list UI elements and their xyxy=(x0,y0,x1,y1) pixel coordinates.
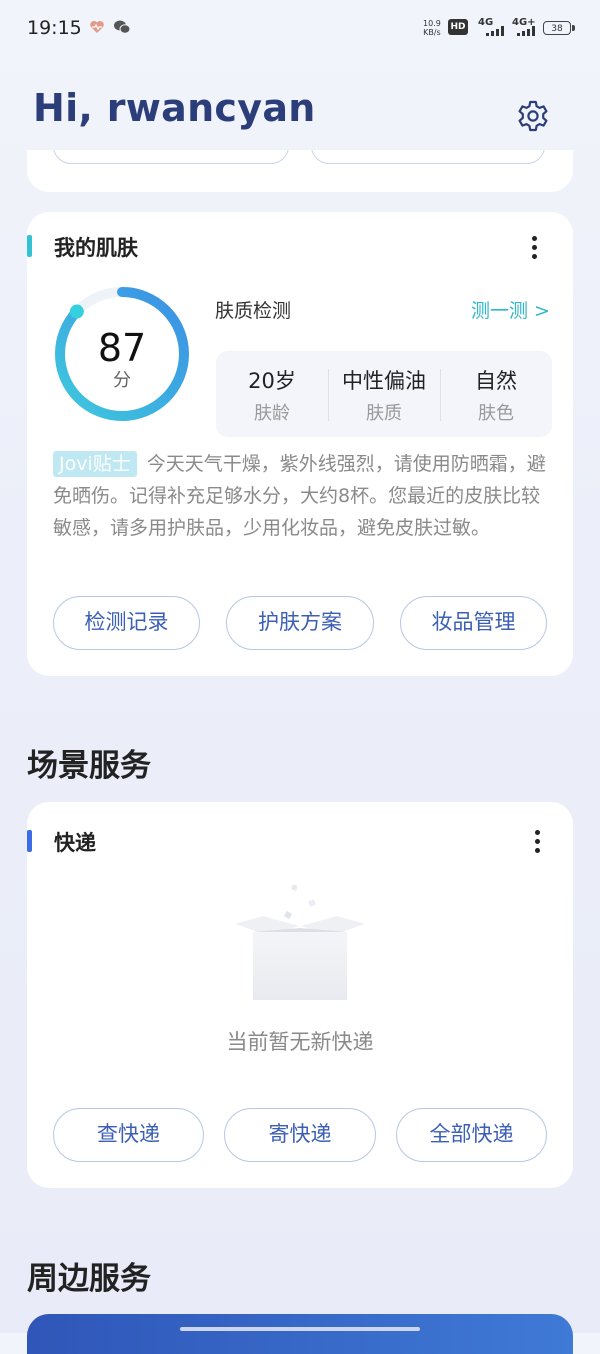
skin-stat-value: 自然 xyxy=(475,369,517,393)
skin-stat-label: 肤龄 xyxy=(254,403,290,424)
skin-stat-age: 20岁 肤龄 xyxy=(216,351,328,437)
status-bar: 19:15 10.9 KB/s HD 4G 4G+ 38 xyxy=(0,0,600,56)
send-express-button[interactable]: 寄快递 xyxy=(224,1108,376,1162)
all-express-button[interactable]: 全部快递 xyxy=(396,1108,547,1162)
empty-box-icon xyxy=(235,884,365,1000)
nearby-services-title: 周边服务 xyxy=(27,1261,151,1297)
skin-score-dot xyxy=(69,304,84,319)
skin-stat-tone: 自然 肤色 xyxy=(440,351,552,437)
scene-services-title: 场景服务 xyxy=(27,748,151,784)
skin-score-unit: 分 xyxy=(113,370,131,391)
express-empty-text: 当前暂无新快递 xyxy=(226,1030,374,1054)
skin-stat-value: 20岁 xyxy=(248,369,296,393)
skin-stat-type: 中性偏油 肤质 xyxy=(328,351,440,437)
skin-score-value: 87 xyxy=(97,326,147,370)
signal-bars-icon xyxy=(486,26,504,36)
net-speed-unit: KB/s xyxy=(423,28,441,37)
express-card: 快递 当前暂无新快递 查快递 寄快递 全部快递 xyxy=(27,802,573,1188)
skin-stats: 20岁 肤龄 中性偏油 肤质 自然 肤色 xyxy=(216,351,552,437)
skincare-plan-button[interactable]: 护肤方案 xyxy=(226,596,374,650)
skin-stat-label: 肤色 xyxy=(478,403,514,424)
home-indicator[interactable] xyxy=(180,1327,420,1331)
card-accent-bar xyxy=(27,235,32,257)
skin-card: 我的肌肤 87 分 肤质检测 测一测 > 20岁 肤龄 中性偏油 肤质 自然 肤… xyxy=(27,212,573,676)
previous-card-button[interactable] xyxy=(53,150,289,164)
more-icon[interactable] xyxy=(532,236,538,260)
previous-card-button[interactable] xyxy=(311,150,545,164)
skin-detect-link[interactable]: 测一测 > xyxy=(471,296,550,323)
battery-icon: 38 xyxy=(543,21,575,35)
nearby-services-card[interactable] xyxy=(27,1314,573,1354)
more-icon[interactable] xyxy=(535,830,541,854)
card-accent-bar xyxy=(27,830,32,852)
jovi-tip-tag: Jovi贴士 xyxy=(53,451,137,477)
hd-icon: HD xyxy=(448,19,468,35)
previous-card xyxy=(27,150,573,192)
skin-card-title: 我的肌肤 xyxy=(54,236,138,260)
query-express-button[interactable]: 查快递 xyxy=(53,1108,204,1162)
skin-stat-label: 肤质 xyxy=(366,403,402,424)
page-greeting: Hi, rwancyan xyxy=(33,86,316,130)
express-card-title: 快递 xyxy=(54,831,96,855)
detect-record-button[interactable]: 检测记录 xyxy=(53,596,200,650)
skin-detect-label: 肤质检测 xyxy=(215,300,292,322)
health-heart-icon xyxy=(90,21,104,33)
signal-bars-icon xyxy=(517,26,535,36)
net-speed: 10.9 KB/s xyxy=(423,19,441,37)
wechat-icon xyxy=(114,20,131,34)
skin-stat-value: 中性偏油 xyxy=(342,369,426,393)
jovi-tip: Jovi贴士 今天天气干燥，紫外线强烈，请使用防晒霜，避免晒伤。记得补充足够水分，… xyxy=(53,448,549,544)
gear-icon[interactable] xyxy=(516,99,550,133)
status-time: 19:15 xyxy=(27,17,82,39)
cosmetics-manage-button[interactable]: 妆品管理 xyxy=(400,596,547,650)
net-speed-value: 10.9 xyxy=(423,19,441,28)
